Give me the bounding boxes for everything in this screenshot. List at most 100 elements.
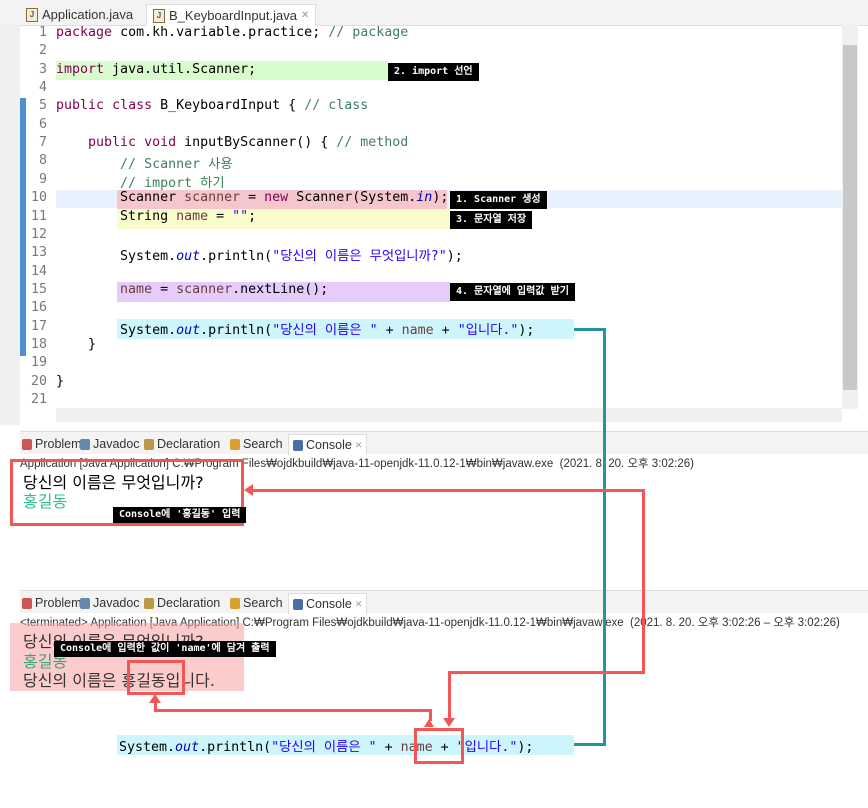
code-token: + [433, 322, 458, 338]
console-result: 당신의 이름은 홍길동입니다. [23, 671, 215, 690]
panel-tab-declaration[interactable]: Declaration [144, 434, 220, 454]
code-token: Scanner [56, 190, 185, 206]
name-variable-box [414, 728, 464, 764]
code-token: "당신의 이름은 " [271, 740, 377, 755]
code-token: .println( [199, 740, 272, 755]
code-line: // Scanner 사용 [56, 153, 233, 172]
code-token: name [401, 322, 434, 338]
code-token: scanner [184, 190, 241, 206]
close-icon[interactable]: ✕ [301, 10, 309, 21]
code-token: + [376, 740, 401, 755]
annotation-string: 3. 문자열 저장 [450, 211, 533, 229]
code-token: public [56, 98, 105, 114]
horizontal-scrollbar[interactable] [56, 408, 842, 422]
code-token: = [152, 281, 177, 297]
code-token: inputByScanner() { [176, 135, 337, 151]
java-file-icon: J [153, 8, 165, 23]
line-number: 19 [30, 355, 47, 371]
code-token: = [240, 190, 265, 206]
red-arrow-line [642, 489, 645, 674]
tab-b-keyboardinput-java[interactable]: J B_KeyboardInput.java ✕ [146, 4, 317, 26]
arrow-left-icon [244, 484, 253, 496]
red-arrow-line [154, 709, 432, 712]
code-line: public void inputByScanner() { // method [56, 135, 408, 150]
editor-tab-bar: J Application.java J B_KeyboardInput.java ✕ [0, 0, 868, 26]
code-token: package [56, 25, 113, 40]
panel-tab-problems[interactable]: Problems [22, 434, 88, 454]
code-line: } [56, 374, 64, 389]
line-number: 21 [30, 392, 47, 407]
code-token: "당신의 이름은 무엇입니까?" [272, 249, 447, 265]
annotation-console-input: Console에 '홍길동' 입력 [113, 507, 247, 523]
line-number: 7 [38, 135, 47, 151]
scrollbar-thumb[interactable] [843, 45, 857, 390]
code-token: scanner [176, 281, 233, 297]
line-number: 4 [38, 80, 47, 96]
code-token: System. [56, 249, 177, 265]
code-line: // import 하기 [56, 172, 225, 191]
red-arrow-line [448, 671, 451, 719]
search-icon [230, 597, 240, 609]
code-line: Scanner scanner = new Scanner(System.in)… [56, 190, 448, 205]
code-token: void [144, 135, 177, 151]
panel-tab-bar: Problems Javadoc Declaration Search Console ✕ [20, 431, 868, 455]
tab-application-java[interactable]: J Application.java [20, 4, 139, 25]
code-token: java.util.Scanner; [104, 61, 257, 77]
code-token: "입니다." [457, 322, 519, 338]
line-number: 20 [30, 373, 47, 389]
code-token: + [377, 322, 402, 338]
code-line: String name = ""; [56, 209, 256, 224]
code-token: public [88, 135, 137, 151]
close-icon[interactable]: ✕ [355, 440, 363, 451]
code-token: System. [119, 740, 176, 755]
code-line: public class B_KeyboardInput { // class [56, 98, 368, 113]
code-token: System. [56, 322, 177, 338]
code-token: B_KeyboardInput { [152, 98, 305, 114]
panel-tab-search[interactable]: Search [230, 593, 283, 613]
line-number: 3 [38, 61, 47, 77]
line-number: 14 [30, 263, 47, 279]
code-token: out [176, 249, 201, 265]
search-icon [230, 438, 240, 450]
line-number: 8 [38, 153, 47, 169]
panel-tab-declaration[interactable]: Declaration [144, 593, 220, 613]
console-icon [293, 439, 303, 451]
declaration-icon [144, 438, 154, 450]
code-token: .nextLine(); [232, 281, 329, 297]
javadoc-icon [80, 438, 90, 450]
code-line: name = scanner.nextLine(); [56, 282, 328, 297]
panel-tab-javadoc[interactable]: Javadoc [80, 593, 140, 613]
line-number: 16 [30, 300, 47, 316]
panel-tab-console[interactable]: Console ✕ [288, 593, 368, 614]
close-icon[interactable]: ✕ [355, 599, 363, 610]
panel-tab-search[interactable]: Search [230, 434, 283, 454]
line-number: 18 [30, 336, 47, 352]
panel-tab-console[interactable]: Console ✕ [288, 434, 368, 455]
line-number: 10 [30, 190, 47, 206]
code-token: ); [432, 190, 449, 206]
code-token: "당신의 이름은 " [272, 322, 378, 338]
code-token: com.kh.variable.practice; [120, 25, 329, 40]
declaration-icon [144, 597, 154, 609]
code-token: import [56, 61, 105, 77]
line-number: 9 [38, 171, 47, 187]
code-token: new [264, 190, 289, 206]
line-number: 6 [38, 116, 47, 132]
red-arrow-line [252, 489, 645, 492]
code-token: class [112, 98, 153, 114]
panel-tab-problems[interactable]: Problems [22, 593, 88, 613]
annotation-console-output: Console에 입력한 값이 'name'에 담겨 출력 [54, 641, 276, 657]
arrow-up-icon [149, 694, 161, 703]
annotation-scanner: 1. Scanner 생성 [450, 191, 547, 209]
code-token: out [175, 740, 200, 755]
panel-tab-javadoc[interactable]: Javadoc [80, 434, 140, 454]
code-token: "입니다." [456, 740, 518, 755]
teal-connector [574, 743, 606, 746]
teal-connector [574, 328, 606, 331]
red-arrow-line [448, 671, 645, 674]
